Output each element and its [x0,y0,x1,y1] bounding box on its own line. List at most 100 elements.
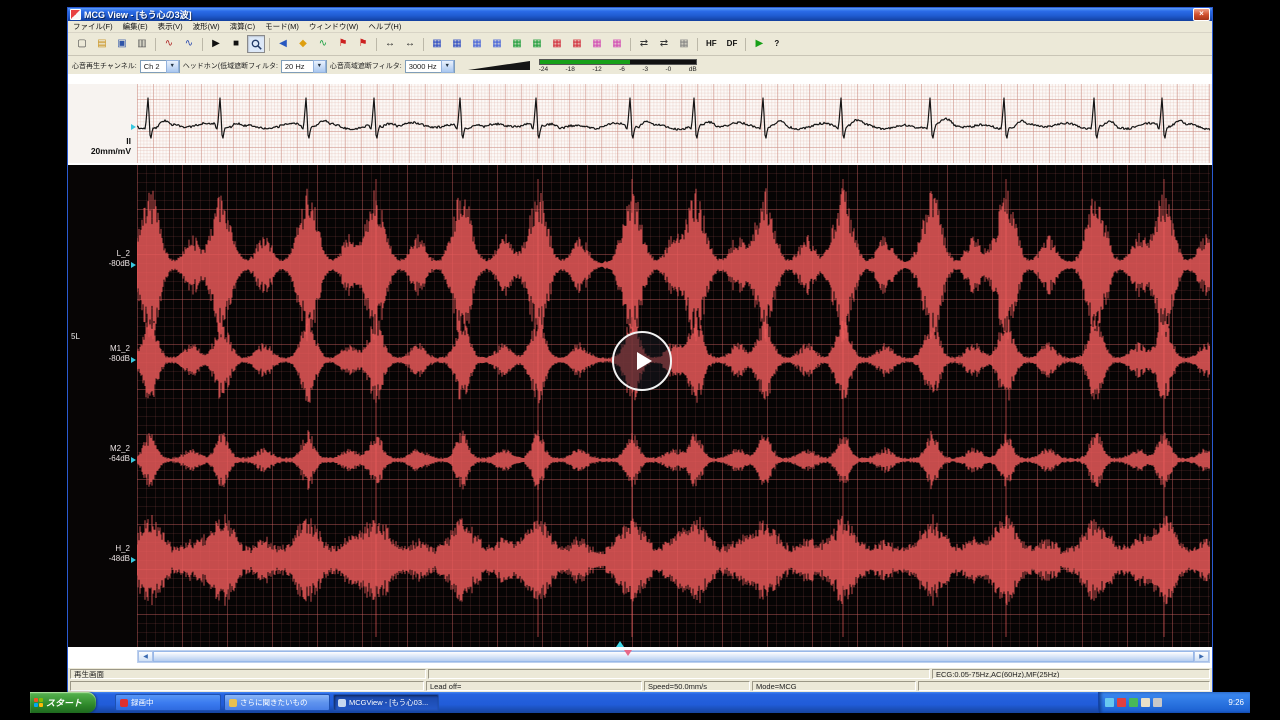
start-button[interactable]: スタート [30,692,96,713]
meter-tick: dB [689,66,697,73]
menu-item-1[interactable]: 編集(E) [118,21,153,32]
taskbar-item-1[interactable]: さらに聞きたいもの [224,694,330,711]
open-folder-icon[interactable]: ▤ [93,35,111,53]
menu-item-7[interactable]: ヘルプ(H) [363,21,406,32]
menu-item-0[interactable]: ファイル(F) [68,21,118,32]
play-icon [637,352,652,370]
phono-plot[interactable] [137,165,1210,647]
taskbar: スタート 9:26 録画中さらに聞きたいものMCGView - [もう心03..… [30,692,1250,713]
toolbar-separator [697,38,698,51]
chevron-down-icon[interactable]: ▼ [166,60,179,73]
status-playback-pane: 再生画面 [70,669,426,679]
green-wave-icon[interactable]: ∿ [314,35,332,53]
folder-icon [229,699,237,707]
channel-select[interactable]: Ch 2 ▼ [140,60,180,73]
taskbar-item-0[interactable]: 録画中 [115,694,221,711]
channel-label-L_2: L_2-80dB [68,249,130,268]
scroll-right-button[interactable]: ▶ [1194,651,1209,662]
title-bar[interactable]: MCG View - [もう心の3波] × [68,8,1212,21]
map-grid-blue3-icon[interactable]: ▦ [468,35,486,53]
channel-value: Ch 2 [144,62,160,71]
record-icon [120,699,128,707]
channel-label-H_2: H_2-48dB [68,544,130,563]
ecg-lead-label: II 20mm/mV [68,136,131,156]
new-file-icon[interactable]: ▢ [73,35,91,53]
waveform-doc-red-icon[interactable]: ∿ [160,35,178,53]
channel-marker-icon[interactable] [131,357,136,363]
channel-marker-icon[interactable] [131,262,136,268]
close-button[interactable]: × [1193,8,1210,21]
zoom-button[interactable] [247,35,265,53]
tray-record-icon[interactable] [1117,698,1126,707]
ecg-trace [137,98,1210,138]
menu-item-4[interactable]: 演算(C) [225,21,260,32]
meter-scale: -24-18-12-6-3-0dB [539,66,697,73]
menu-item-3[interactable]: 波形(W) [188,21,225,32]
map-grid-blue4-icon[interactable]: ▦ [488,35,506,53]
scroll-position-marker-icon [624,650,632,656]
menu-item-2[interactable]: 表示(V) [153,21,188,32]
tray-display-icon[interactable] [1105,698,1114,707]
menu-item-5[interactable]: モード(M) [260,21,304,32]
compress-horizontal-icon[interactable]: ↔ [401,35,419,53]
scroll-left-button[interactable]: ◀ [138,651,153,662]
status-empty-pane-2 [70,681,424,691]
lowcut-select[interactable]: 20 Hz ▼ [281,60,327,73]
status-ecg-pane: ECG:0.05-75Hz,AC(60Hz),MF(25Hz) [932,669,1210,679]
taskbar-item-2[interactable]: MCGView - [もう心03... [333,694,439,711]
channel-label-M2_2: M2_2-64dB [68,444,130,463]
rewind-icon[interactable]: ◀ [274,35,292,53]
toolbar: ▢▤▣▥∿∿▶■◀◆∿⚑⚑↔↔▦▦▦▦▦▦▦▦▦▦⇄⇄▦HFDF▶? [68,33,1212,56]
tray-volume-icon[interactable] [1141,698,1150,707]
help-button[interactable]: ? [770,35,783,53]
tray-antivirus-icon[interactable] [1129,698,1138,707]
volume-slider[interactable] [468,61,530,70]
print-icon[interactable]: ▥ [133,35,151,53]
hf-button[interactable]: HF [702,35,721,53]
video-play-button[interactable] [612,331,672,391]
menu-item-6[interactable]: ウィンドウ(W) [304,21,364,32]
stop-button[interactable]: ■ [227,35,245,53]
chevron-down-icon[interactable]: ▼ [441,60,454,73]
map-grid-blue2-icon[interactable]: ▦ [448,35,466,53]
channel-marker-icon[interactable] [131,457,136,463]
phono-trace-H_2 [137,514,1210,606]
toolbar-separator [376,38,377,51]
map-grid-magenta-icon[interactable]: ▦ [588,35,606,53]
red-flag2-icon[interactable]: ⚑ [354,35,372,53]
save-icon[interactable]: ▣ [113,35,131,53]
map-grid-red-icon[interactable]: ▦ [548,35,566,53]
map-grid-red2-icon[interactable]: ▦ [568,35,586,53]
toolbar-separator [423,38,424,51]
map-grid-green-icon[interactable]: ▦ [508,35,526,53]
status-speed-pane: Speed=50.0mm/s [644,681,750,691]
toolbar-separator [202,38,203,51]
meter-tick: -3 [642,66,648,73]
channel-marker-icon[interactable] [131,557,136,563]
ecg-plot[interactable] [137,84,1210,163]
scrollbar-thumb[interactable] [153,651,1194,662]
waveform-doc-blue-icon[interactable]: ∿ [180,35,198,53]
map-grid-blue-icon[interactable]: ▦ [428,35,446,53]
highcut-select[interactable]: 3000 Hz ▼ [405,60,455,73]
status-row-2: Lead off= Speed=50.0mm/s Mode=MCG [68,680,1212,692]
tray-network-icon[interactable] [1153,698,1162,707]
expand-horizontal-icon[interactable]: ↔ [381,35,399,53]
small-grid-icon[interactable]: ▦ [675,35,693,53]
phono-svg [137,165,1210,647]
df-button[interactable]: DF [723,35,742,53]
green-play-icon[interactable]: ▶ [750,35,768,53]
map-grid-green2-icon[interactable]: ▦ [528,35,546,53]
marker-diamond-icon[interactable]: ◆ [294,35,312,53]
channel-label: 心音再生チャンネル: [72,61,137,71]
swap2-icon[interactable]: ⇄ [655,35,673,53]
horizontal-scrollbar[interactable]: ◀ ▶ [137,650,1210,663]
chevron-down-icon[interactable]: ▼ [313,60,326,73]
map-grid-magenta2-icon[interactable]: ▦ [608,35,626,53]
swap-icon[interactable]: ⇄ [635,35,653,53]
toolbar-separator [155,38,156,51]
play-button[interactable]: ▶ [207,35,225,53]
red-flag-icon[interactable]: ⚑ [334,35,352,53]
playhead-marker-icon[interactable] [616,641,624,647]
windows-logo-icon [34,698,43,707]
